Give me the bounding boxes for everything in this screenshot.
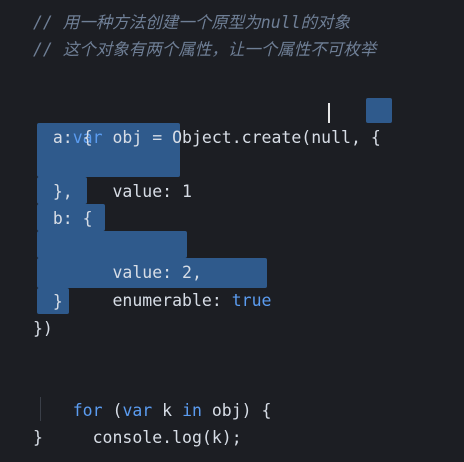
code-token: .log(k); xyxy=(162,428,242,447)
code-line-8: b: { xyxy=(33,209,93,228)
code-line-6: value: 1 xyxy=(33,151,191,201)
code-token: , { xyxy=(350,128,381,147)
code-line-10: enumerable: true xyxy=(33,260,271,310)
code-token: console xyxy=(72,428,163,447)
code-line-16: } xyxy=(33,428,43,447)
code-token: Object xyxy=(172,128,232,147)
code-token: enumerable: xyxy=(72,291,232,310)
code-editor[interactable]: // 用一种方法创建一个原型为null的对象 // 这个对象有两个属性，让一个属… xyxy=(0,0,464,462)
code-token: 1 xyxy=(182,182,192,201)
code-line-5: a: { xyxy=(33,128,93,147)
code-token: .create( xyxy=(231,128,312,147)
code-comment-2: // 这个对象有两个属性，让一个属性不可枚举 xyxy=(33,40,377,59)
code-line-15: console.log(k); xyxy=(33,397,242,447)
code-line-11: } xyxy=(33,292,63,311)
code-line-14: for (var k in obj) { xyxy=(33,370,272,420)
code-comment-1: // 用一种方法创建一个原型为null的对象 xyxy=(33,13,351,32)
code-line-12: }) xyxy=(33,319,53,338)
code-token: null xyxy=(311,128,351,147)
code-token: value: xyxy=(72,182,183,201)
code-line-7: }, xyxy=(33,182,73,201)
code-token: obj = xyxy=(102,128,173,147)
code-line-9: value: 2, xyxy=(33,232,201,282)
code-line-4: var obj = Object.create(null, { xyxy=(33,97,381,147)
keyword-true: true xyxy=(231,291,272,310)
